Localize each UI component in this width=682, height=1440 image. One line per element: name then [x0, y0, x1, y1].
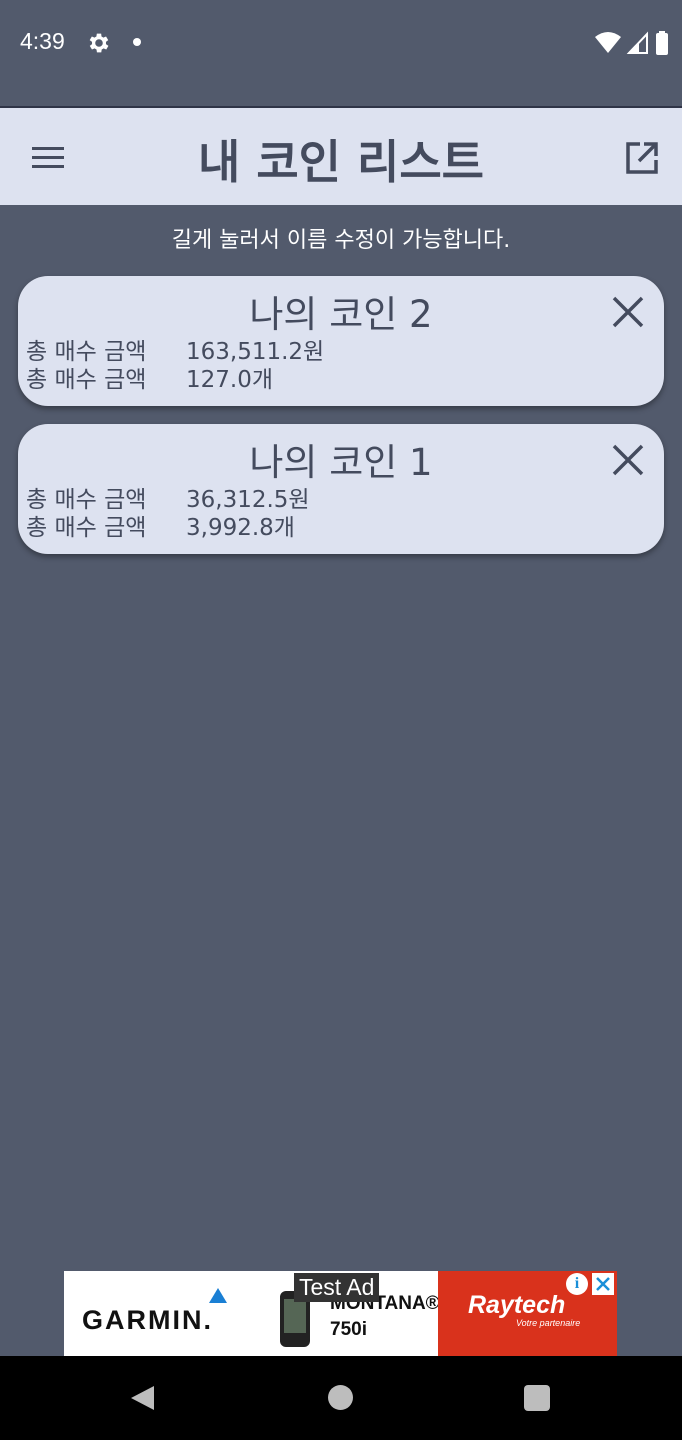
row-label: 총 매수 금액 [26, 367, 147, 393]
close-icon[interactable] [610, 294, 646, 330]
close-icon[interactable] [610, 442, 646, 478]
app-bar: 내 코인 리스트 [0, 106, 682, 205]
signal-icon [626, 31, 648, 54]
open-external-icon[interactable] [622, 138, 662, 178]
ad-product-line2: 750i [330, 1319, 367, 1340]
status-time: 4:39 [20, 28, 65, 54]
wifi-icon [595, 32, 621, 53]
ad-banner[interactable]: GARMIN. MONTANA® 750i Test Ad Raytech Vo… [64, 1271, 617, 1356]
coin-name: 나의 코인 1 [249, 441, 433, 484]
hint-text: 길게 눌러서 이름 수정이 가능합니다. [171, 228, 511, 253]
ad-close-icon[interactable] [592, 1273, 614, 1295]
home-icon[interactable] [328, 1385, 353, 1410]
recent-apps-icon[interactable] [524, 1385, 550, 1411]
row-value: 3,992.8개 [186, 515, 295, 541]
row-label: 총 매수 금액 [26, 515, 147, 541]
notification-dot-icon [133, 38, 141, 46]
battery-icon [656, 31, 668, 55]
status-icons [594, 30, 670, 56]
ad-brand: GARMIN. [82, 1305, 213, 1335]
ad-partner-panel[interactable]: Raytech Votre partenaire i [438, 1271, 617, 1356]
coin-name: 나의 코인 2 [249, 293, 433, 336]
coin-card[interactable]: 나의 코인 1 총 매수 금액 36,312.5원 총 매수 금액 3,992.8개 [18, 424, 664, 554]
coin-card[interactable]: 나의 코인 2 총 매수 금액 163,511.2원 총 매수 금액 127.0개 [18, 276, 664, 406]
garmin-logo-icon [209, 1288, 227, 1303]
total-quantity-row: 총 매수 금액 127.0개 [26, 360, 273, 394]
back-icon[interactable] [128, 1384, 156, 1412]
ad-partner: Raytech [468, 1291, 566, 1319]
total-quantity-row: 총 매수 금액 3,992.8개 [26, 508, 295, 542]
ad-partner-sub: Votre partenaire [516, 1318, 581, 1328]
ad-info-icon[interactable]: i [566, 1273, 588, 1295]
test-ad-label: Test Ad [294, 1273, 380, 1302]
gear-icon [89, 33, 109, 53]
status-bar: 4:39 [0, 0, 682, 86]
system-nav-bar [0, 1356, 682, 1440]
row-value: 127.0개 [186, 367, 274, 393]
page-title: 내 코인 리스트 [198, 135, 484, 189]
